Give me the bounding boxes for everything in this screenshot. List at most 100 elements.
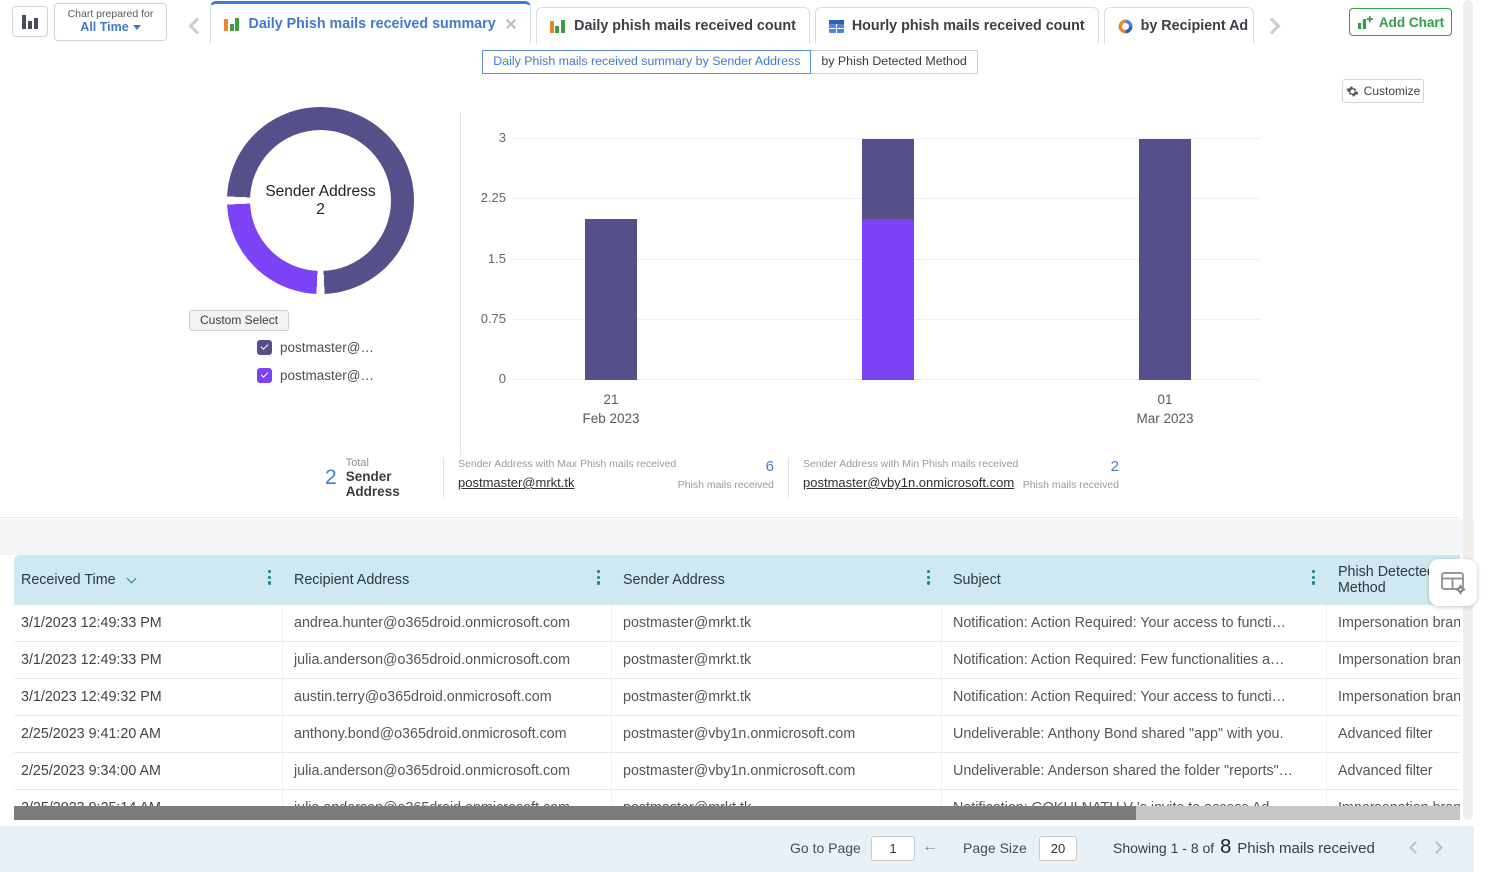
dot (597, 581, 600, 584)
stat-max-caption: Sender Address with Max Phish mails rece… (458, 458, 676, 470)
dot (1312, 576, 1315, 579)
bar (28, 21, 32, 29)
table-row-4[interactable]: 2/25/2023 9:41:20 AManthony.bond@o365dro… (14, 716, 1460, 753)
chart-panel: Chart prepared for All Time Daily Phish … (0, 0, 1460, 518)
y-axis-label: 1.5 (430, 251, 506, 266)
dot (597, 570, 600, 573)
column-header-3[interactable]: Sender Address (612, 555, 942, 605)
legend-label: postmaster@… (280, 340, 374, 355)
tab-2[interactable]: Daily phish mails received count (536, 7, 810, 44)
cell: postmaster@mrkt.tk (612, 679, 942, 715)
tab-4[interactable]: by Recipient Ad (1104, 7, 1254, 44)
close-icon[interactable] (505, 18, 517, 30)
add-chart-button[interactable]: Add Chart (1349, 8, 1452, 36)
pagination-bar: Go to Page ← Page Size Showing 1 - 8 of … (0, 826, 1474, 872)
checkbox-icon[interactable] (257, 368, 272, 383)
subtab-1[interactable]: Daily Phish mails received summary by Se… (482, 50, 811, 74)
y-axis-label: 3 (430, 130, 506, 145)
showing-entity: Phish mails received (1237, 840, 1375, 857)
bar (224, 19, 228, 31)
column-menu-icon[interactable] (1312, 570, 1315, 585)
stat-min-unit: Phish mails received (1023, 479, 1119, 491)
column-menu-icon[interactable] (927, 570, 930, 585)
column-label: Recipient Address (294, 572, 409, 588)
page-size-input[interactable] (1039, 836, 1077, 861)
cell: Advanced filter (1327, 716, 1460, 752)
bar-1[interactable] (585, 219, 637, 380)
tab-label: Daily phish mails received count (574, 18, 796, 34)
dashboard: Chart prepared for All Time Daily Phish … (0, 0, 1488, 872)
stat-total-caption: Total (346, 457, 443, 469)
chart-list-button[interactable] (12, 6, 48, 37)
stat-max-left: Sender Address with Max Phish mails rece… (458, 458, 676, 498)
cell: Notification: Action Required: Your acce… (942, 605, 1327, 641)
cell: julia.anderson@o365droid.onmicrosoft.com (283, 753, 612, 789)
tab-label: Hourly phish mails received count (852, 18, 1085, 34)
column-header-1[interactable]: Received Time (14, 555, 283, 605)
cell: Undeliverable: Anderson shared the folde… (942, 753, 1327, 789)
check-icon (261, 342, 269, 350)
cell: postmaster@vby1n.onmicrosoft.com (612, 716, 942, 752)
horizontal-scrollbar[interactable] (14, 806, 1460, 820)
table-row-5[interactable]: 2/25/2023 9:34:00 AMjulia.anderson@o365d… (14, 753, 1460, 790)
table-body: 3/1/2023 12:49:33 PMandrea.hunter@o365dr… (14, 605, 1460, 817)
column-menu-icon[interactable] (268, 570, 271, 585)
column-header-2[interactable]: Recipient Address (283, 555, 612, 605)
bar-chart-icon (22, 15, 38, 29)
cell: Notification: Action Required: Few funct… (942, 642, 1327, 678)
table-row-1[interactable]: 3/1/2023 12:49:33 PMandrea.hunter@o365dr… (14, 605, 1460, 642)
table-row-2[interactable]: 3/1/2023 12:49:33 PMjulia.anderson@o365d… (14, 642, 1460, 679)
subtab-2[interactable]: by Phish Detected Method (810, 50, 977, 74)
sort-down-icon[interactable] (126, 573, 136, 583)
customize-label: Customize (1364, 84, 1421, 98)
custom-select-button[interactable]: Custom Select (189, 310, 289, 331)
time-range-caption: Chart prepared for (55, 8, 166, 20)
donut-icon (1118, 19, 1133, 34)
go-back-arrow[interactable]: ← (922, 838, 938, 856)
table-glyph (829, 20, 844, 33)
tab-1[interactable]: Daily Phish mails received summary (210, 1, 531, 44)
stat-max-sender: Sender Address with Max Phish mails rece… (443, 458, 788, 498)
cell: 2/25/2023 9:34:00 AM (14, 753, 283, 789)
column-settings-button[interactable] (1429, 559, 1477, 606)
tabs-scroll-right-button[interactable] (1259, 8, 1285, 44)
legend-item-2[interactable]: postmaster@… (257, 368, 374, 383)
stat-max-unit: Phish mails received (678, 479, 774, 491)
subtab-group: Daily Phish mails received summary by Se… (0, 50, 1460, 74)
vertical-scrollbar-track[interactable] (1463, 0, 1473, 820)
caret-down-icon (133, 25, 141, 30)
next-page-icon[interactable] (1430, 841, 1443, 854)
dot (927, 570, 930, 573)
stat-max-right: 6 Phish mails received (678, 458, 774, 498)
goto-page-input[interactable] (871, 836, 915, 861)
previous-page-icon[interactable] (1409, 841, 1422, 854)
table-row-3[interactable]: 3/1/2023 12:49:32 PMaustin.terry@o365dro… (14, 679, 1460, 716)
stat-min-sender: Sender Address with Min Phish mails rece… (788, 458, 1133, 498)
column-header-4[interactable]: Subject (942, 555, 1327, 605)
stat-max-link[interactable]: postmaster@mrkt.tk (458, 475, 676, 490)
stat-total-label: Sender Address (346, 469, 443, 499)
column-menu-icon[interactable] (597, 570, 600, 585)
tabs-scroll-left-button[interactable] (184, 8, 210, 44)
bar-3[interactable] (1139, 139, 1191, 380)
add-chart-icon (1357, 14, 1373, 30)
tab-3[interactable]: Hourly phish mails received count (815, 7, 1099, 44)
bar-chart-icon (224, 18, 241, 31)
customize-button[interactable]: Customize (1342, 79, 1424, 103)
tab-label: Daily Phish mails received summary (249, 16, 496, 32)
checkbox-icon[interactable] (257, 340, 272, 355)
gear-icon (1346, 85, 1359, 98)
cell: austin.terry@o365droid.onmicrosoft.com (283, 679, 612, 715)
cell: postmaster@mrkt.tk (612, 642, 942, 678)
stat-min-value: 2 (1023, 458, 1119, 475)
donut-center: Sender Address 2 (250, 130, 391, 271)
stat-min-link[interactable]: postmaster@vby1n.onmicrosoft.com (803, 475, 1018, 490)
horizontal-scrollbar-thumb[interactable] (14, 806, 1136, 820)
stat-total-labels: Total Sender Address (346, 457, 443, 499)
panel-gap (0, 519, 1474, 555)
legend-item-1[interactable]: postmaster@… (257, 340, 374, 355)
bar-2[interactable] (862, 139, 914, 380)
time-range-dropdown[interactable]: Chart prepared for All Time (54, 3, 167, 41)
cell: Impersonation brand (1327, 642, 1460, 678)
donut-chart[interactable]: Sender Address 2 (227, 107, 414, 294)
